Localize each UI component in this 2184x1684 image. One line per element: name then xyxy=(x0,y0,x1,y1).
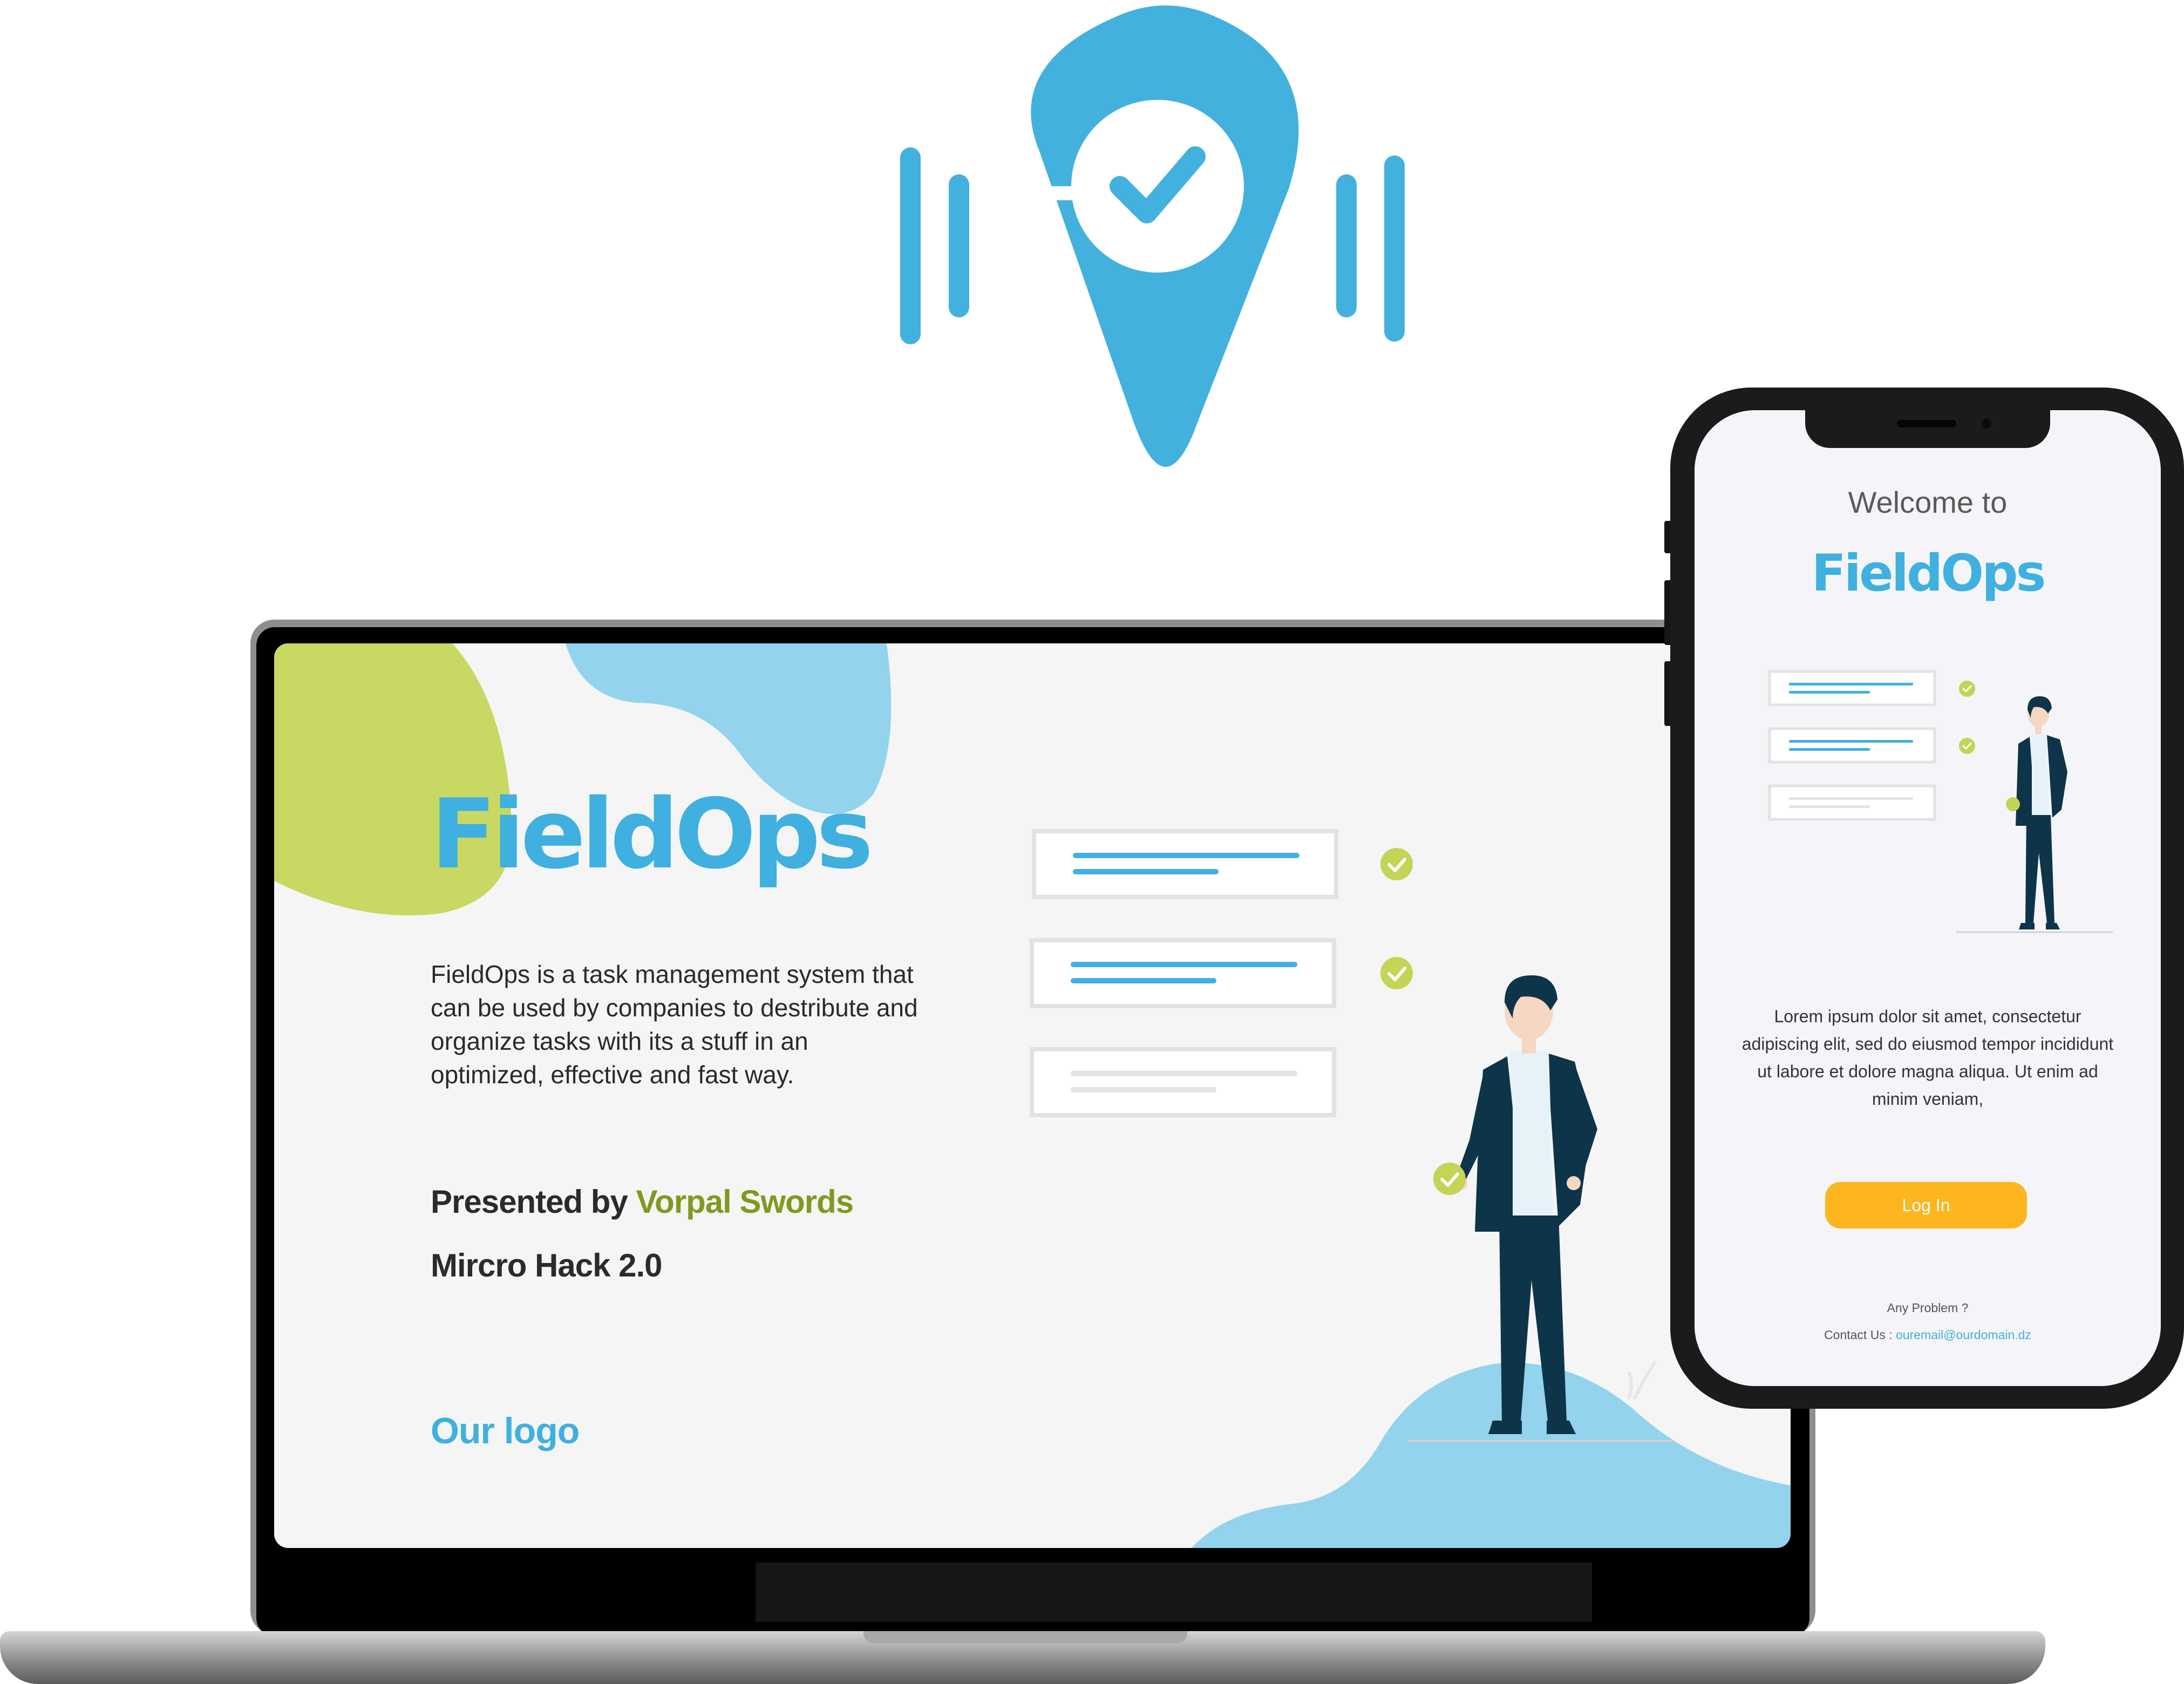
task-card-1 xyxy=(1032,829,1413,899)
man-illustration xyxy=(1407,975,1672,1442)
mobile-title: FieldOps xyxy=(1811,544,2046,603)
presented-by: Presented by Vorpal Swords xyxy=(431,1183,854,1220)
presented-by-label: Presented by xyxy=(431,1184,628,1220)
our-logo-label: Our logo xyxy=(431,1410,580,1451)
mobile-task-card-1 xyxy=(1768,670,1975,707)
team-name: Vorpal Swords xyxy=(636,1184,854,1220)
location-pin-check-icon xyxy=(900,5,1405,467)
mobile-body-text: Lorem ipsum dolor sit amet, consectetur … xyxy=(1741,1007,2114,1109)
phone-screen: Welcome to FieldOps Lorem ipsum dolor si… xyxy=(1695,410,2161,1386)
desktop-description: FieldOps is a task management system tha… xyxy=(431,960,918,1089)
contact-line: Contact Us : ouremail@ourdomain.dz xyxy=(1695,1328,2161,1342)
mobile-task-card-3 xyxy=(1768,784,1936,821)
event-name: Mircro Hack 2.0 xyxy=(431,1247,663,1284)
contact-label: Contact Us : xyxy=(1824,1328,1896,1342)
phone-camera xyxy=(1982,419,1991,429)
task-card-3 xyxy=(1030,1047,1336,1117)
task-card-2 xyxy=(1030,938,1413,1008)
login-button[interactable]: Log In xyxy=(1825,1182,2027,1228)
welcome-text: Welcome to xyxy=(1848,485,2008,519)
phone-speaker xyxy=(1897,420,1956,427)
laptop-screen: FieldOps FieldOps is a task management s… xyxy=(274,643,1791,1548)
mobile-illustration xyxy=(1768,670,2113,933)
contact-email-link[interactable]: ouremail@ourdomain.dz xyxy=(1896,1328,2031,1342)
phone-notch xyxy=(1805,410,2050,448)
problem-text: Any Problem ? xyxy=(1887,1301,1969,1315)
desktop-title: FieldOps xyxy=(431,778,873,890)
mobile-man xyxy=(1956,696,2113,933)
fieldops-logo xyxy=(885,0,1430,507)
laptop-keyboard xyxy=(756,1563,1592,1622)
laptop-hinge-notch xyxy=(863,1631,1187,1643)
mobile-task-card-2 xyxy=(1768,727,1975,764)
